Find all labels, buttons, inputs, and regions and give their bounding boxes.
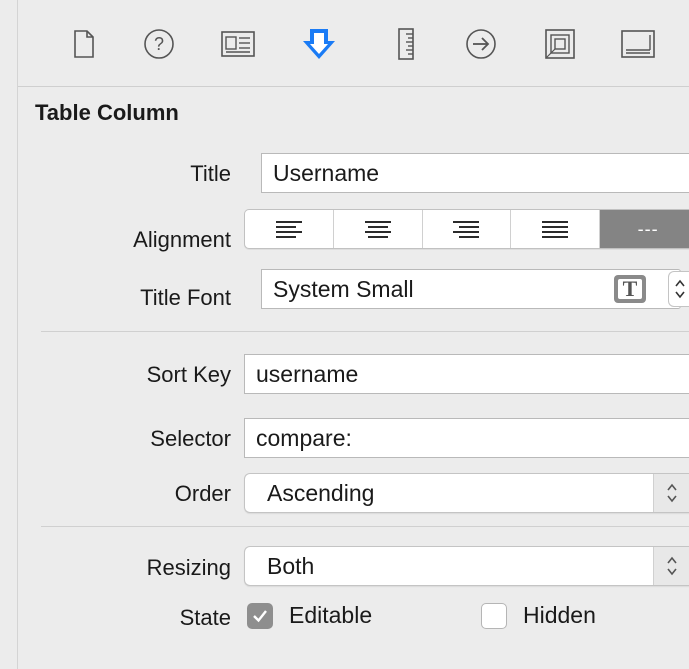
quick-help-icon[interactable]: ? xyxy=(137,22,181,66)
title-font-label: Title Font xyxy=(140,285,231,310)
sort-key-field[interactable]: username xyxy=(244,354,689,394)
title-label: Title xyxy=(190,161,231,186)
svg-text:?: ? xyxy=(154,34,164,54)
order-popup-arrows-icon[interactable] xyxy=(653,474,689,512)
state-label: State xyxy=(179,605,231,630)
align-natural-icon[interactable]: --- xyxy=(600,210,689,248)
resizing-popup[interactable]: Both xyxy=(244,546,689,586)
inspector-panel: ? Table Column Title Username Alignment xyxy=(17,0,689,669)
align-right-icon[interactable] xyxy=(423,210,512,248)
section-divider xyxy=(41,526,689,527)
file-inspector-icon[interactable] xyxy=(62,22,106,66)
align-center-icon[interactable] xyxy=(334,210,423,248)
alignment-label: Alignment xyxy=(133,227,231,252)
font-size-stepper[interactable] xyxy=(668,271,689,307)
editable-label[interactable]: Editable xyxy=(289,602,372,629)
align-left-icon[interactable] xyxy=(245,210,334,248)
font-picker-icon[interactable]: T xyxy=(614,275,646,303)
inspector-toolbar: ? xyxy=(18,0,689,86)
hidden-label[interactable]: Hidden xyxy=(523,602,596,629)
connections-inspector-icon[interactable] xyxy=(459,22,503,66)
editable-checkbox[interactable] xyxy=(247,603,273,629)
identity-inspector-icon[interactable] xyxy=(216,22,260,66)
view-effects-inspector-icon[interactable] xyxy=(616,22,660,66)
resizing-label: Resizing xyxy=(146,555,231,580)
selector-field[interactable]: compare: xyxy=(244,418,689,458)
sort-key-label: Sort Key xyxy=(146,362,231,387)
toolbar-divider xyxy=(18,86,689,87)
section-divider xyxy=(41,331,689,332)
attributes-inspector-icon[interactable] xyxy=(297,22,341,66)
alignment-segmented-control[interactable]: --- xyxy=(244,209,689,249)
align-justified-icon[interactable] xyxy=(511,210,601,248)
size-inspector-icon[interactable] xyxy=(384,22,428,66)
section-title: Table Column xyxy=(35,100,179,125)
order-popup[interactable]: Ascending xyxy=(244,473,689,513)
resizing-popup-arrows-icon[interactable] xyxy=(653,547,689,585)
order-label: Order xyxy=(174,481,231,506)
selector-label: Selector xyxy=(150,426,231,451)
hidden-checkbox[interactable] xyxy=(481,603,507,629)
bindings-inspector-icon[interactable] xyxy=(538,22,582,66)
title-field[interactable]: Username xyxy=(261,153,689,193)
order-value: Ascending xyxy=(267,480,375,506)
resizing-value: Both xyxy=(267,553,315,579)
